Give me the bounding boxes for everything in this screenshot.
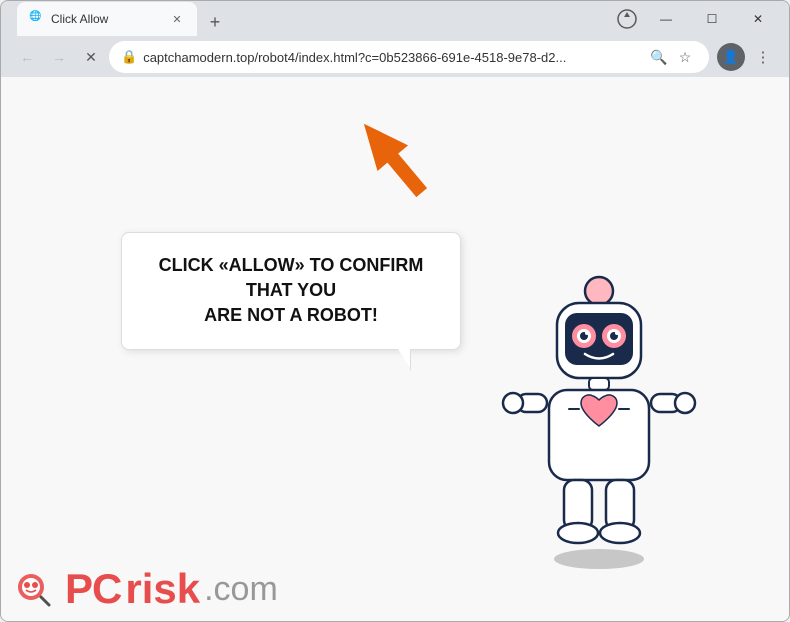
- reload-button[interactable]: ✕: [77, 43, 105, 71]
- robot-image: [489, 251, 709, 571]
- tab-close-button[interactable]: ✕: [169, 11, 185, 27]
- minimize-button[interactable]: —: [643, 4, 689, 34]
- pc-text: PC: [65, 565, 121, 613]
- tab-favicon: 🌐: [29, 11, 45, 27]
- new-tab-button[interactable]: +: [201, 8, 229, 36]
- domain-text: .com: [204, 570, 278, 609]
- bubble-text: CLICK «ALLOW» TO CONFIRM THAT YOU ARE NO…: [150, 253, 432, 329]
- toolbar-actions: 👤 ⋮: [717, 43, 777, 71]
- menu-button[interactable]: ⋮: [749, 43, 777, 71]
- maximize-button[interactable]: ☐: [689, 4, 735, 34]
- pcrisk-logo: PCrisk.com: [65, 565, 278, 613]
- address-bar: ← → ✕ 🔒 captchamodern.top/robot4/index.h…: [1, 37, 789, 77]
- profile-button[interactable]: 👤: [717, 43, 745, 71]
- active-tab[interactable]: 🌐 Click Allow ✕: [17, 2, 197, 36]
- browser-window: 🌐 Click Allow ✕ + — ☐ ✕ ← → ✕ 🔒 cap: [0, 0, 790, 622]
- url-text: captchamodern.top/robot4/index.html?c=0b…: [143, 50, 641, 65]
- tab-title: Click Allow: [51, 12, 163, 26]
- forward-button[interactable]: →: [45, 43, 73, 71]
- speech-bubble: CLICK «ALLOW» TO CONFIRM THAT YOU ARE NO…: [121, 232, 461, 350]
- pcrisk-icon: [13, 567, 57, 611]
- url-actions: 🔍 ☆: [647, 45, 697, 69]
- page-content: CLICK «ALLOW» TO CONFIRM THAT YOU ARE NO…: [1, 77, 789, 621]
- search-icon-button[interactable]: 🔍: [647, 45, 671, 69]
- watermark: PCrisk.com: [1, 557, 290, 621]
- bookmark-button[interactable]: ☆: [673, 45, 697, 69]
- close-button[interactable]: ✕: [735, 4, 781, 34]
- lock-icon: 🔒: [121, 49, 137, 65]
- back-button[interactable]: ←: [13, 43, 41, 71]
- chrome-profile-icon[interactable]: [611, 4, 643, 34]
- tab-bar: 🌐 Click Allow ✕ +: [9, 2, 607, 36]
- title-bar: 🌐 Click Allow ✕ + — ☐ ✕: [1, 1, 789, 37]
- risk-text: risk: [125, 565, 200, 613]
- url-bar[interactable]: 🔒 captchamodern.top/robot4/index.html?c=…: [109, 41, 709, 73]
- window-controls: — ☐ ✕: [611, 4, 781, 34]
